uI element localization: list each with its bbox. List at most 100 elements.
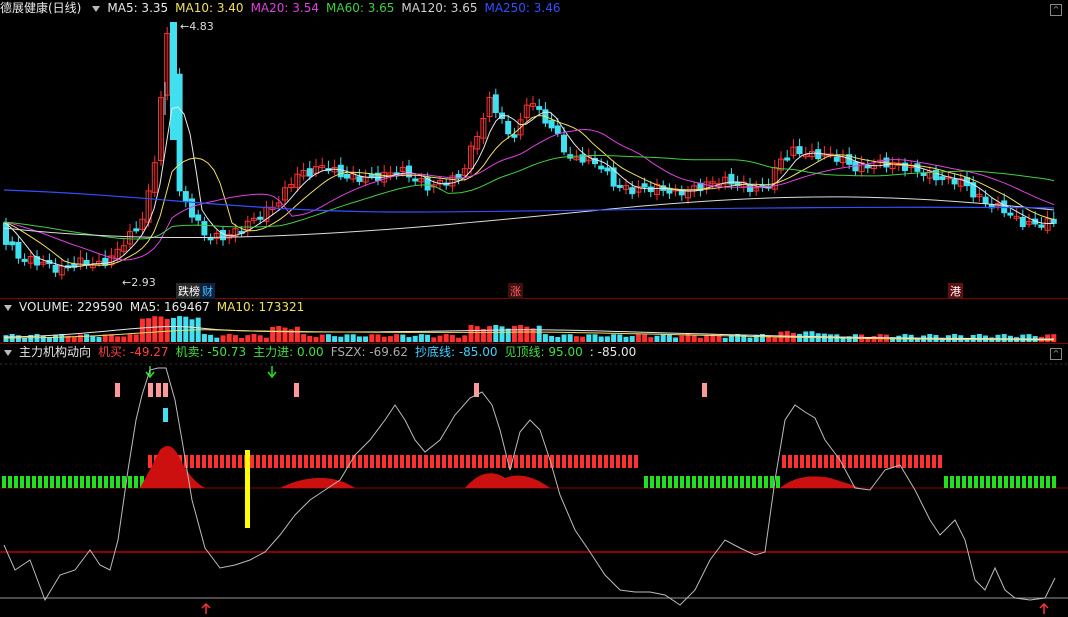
volume-bar xyxy=(518,325,524,342)
volume-bar xyxy=(257,335,263,342)
candle-body xyxy=(616,184,623,188)
volume-bar xyxy=(648,337,654,342)
buy-block xyxy=(310,455,314,468)
volume-bar xyxy=(208,334,214,342)
volume-bar xyxy=(40,335,46,342)
volume-title: VOLUME: 229590 xyxy=(19,300,123,314)
buy-block xyxy=(538,455,542,468)
buy-block xyxy=(262,455,266,468)
candle-body xyxy=(598,165,605,170)
buy-block xyxy=(232,455,236,468)
sell-block xyxy=(686,476,690,488)
volume-bar xyxy=(511,325,517,342)
sell-block xyxy=(134,476,138,488)
buy-block xyxy=(334,455,338,468)
sell-block xyxy=(1016,476,1020,488)
candle-body xyxy=(629,187,636,195)
volume-bar xyxy=(449,334,455,342)
buy-block xyxy=(364,455,368,468)
buy-block xyxy=(610,455,614,468)
buy-label: 机买: -49.27 xyxy=(98,345,169,359)
buy-block xyxy=(280,455,284,468)
sell-block xyxy=(680,476,684,488)
sell-block xyxy=(962,476,966,488)
volume-bar xyxy=(629,336,635,342)
volume-bar xyxy=(394,334,400,342)
volume-bar xyxy=(325,334,331,342)
volume-bar xyxy=(356,336,362,342)
sell-block xyxy=(704,476,708,488)
volume-bar xyxy=(59,334,65,342)
event-marker-4[interactable]: 港 xyxy=(948,283,963,299)
volume-bar xyxy=(536,325,542,342)
volume-bar xyxy=(976,334,982,342)
volume-bar xyxy=(1051,334,1057,342)
candle-body xyxy=(201,221,208,236)
ma60-line xyxy=(3,155,1055,240)
volume-bar xyxy=(691,334,697,342)
extra-value-label: : -85.00 xyxy=(589,345,637,359)
candle-body xyxy=(257,216,264,220)
volume-bar xyxy=(772,337,778,342)
sell-block xyxy=(68,476,72,488)
candle-body xyxy=(1038,224,1045,228)
volume-bar xyxy=(263,337,269,342)
candle-body xyxy=(182,191,189,203)
volume-bar xyxy=(716,335,722,342)
buy-block xyxy=(562,455,566,468)
indicator-title: 主力机构动向 xyxy=(19,345,92,359)
volume-bar xyxy=(158,316,164,342)
candle-body xyxy=(9,241,16,246)
buy-block xyxy=(202,455,206,468)
sell-block xyxy=(944,476,948,488)
volume-bar xyxy=(46,337,52,342)
buy-block xyxy=(214,455,218,468)
buy-block xyxy=(370,455,374,468)
volume-bar xyxy=(704,335,710,342)
sell-block xyxy=(1034,476,1038,488)
volume-bar xyxy=(797,333,803,342)
buy-block xyxy=(268,455,272,468)
event-marker-1[interactable]: 跌榜 xyxy=(176,283,202,299)
volume-bar xyxy=(1045,334,1051,342)
buy-block xyxy=(436,455,440,468)
buy-block xyxy=(454,455,458,468)
buy-block xyxy=(196,455,200,468)
expand-icon[interactable]: ^ xyxy=(1050,348,1062,360)
sell-block xyxy=(656,476,660,488)
main-force-area xyxy=(780,476,860,488)
dropdown-icon[interactable] xyxy=(92,5,101,12)
sell-block xyxy=(1046,476,1050,488)
sell-block xyxy=(2,476,6,488)
buy-block xyxy=(818,455,822,468)
low-price-label: ←2.93 xyxy=(122,276,156,289)
volume-header: VOLUME: 229590 MA5: 169467 MA10: 173321 xyxy=(0,299,1068,316)
volume-bar xyxy=(115,336,121,342)
main-force-area xyxy=(465,473,550,488)
volume-bar xyxy=(22,337,28,342)
candle-body-spike xyxy=(170,22,177,140)
volume-bar xyxy=(573,336,579,342)
buy-block xyxy=(628,455,632,468)
signal-block xyxy=(294,383,299,397)
event-marker-2[interactable]: 财 xyxy=(200,283,215,299)
volume-bar xyxy=(418,334,424,342)
candle-body xyxy=(561,134,567,153)
volume-bar xyxy=(319,334,325,342)
buy-block xyxy=(448,455,452,468)
volume-bar xyxy=(555,336,561,342)
dropdown-icon[interactable] xyxy=(4,349,12,356)
candle-body xyxy=(641,183,648,188)
buy-block xyxy=(634,455,638,468)
volume-bar xyxy=(561,334,567,342)
expand-icon[interactable]: ^ xyxy=(1050,4,1062,16)
volume-bar xyxy=(332,336,338,342)
volume-bar xyxy=(499,326,505,342)
dropdown-icon[interactable] xyxy=(4,304,12,311)
candle-body xyxy=(337,164,344,178)
buy-block xyxy=(586,455,590,468)
buy-block xyxy=(854,455,858,468)
event-marker-3[interactable]: 涨 xyxy=(508,283,523,299)
volume-bar xyxy=(456,337,462,342)
volume-bar xyxy=(338,336,344,342)
